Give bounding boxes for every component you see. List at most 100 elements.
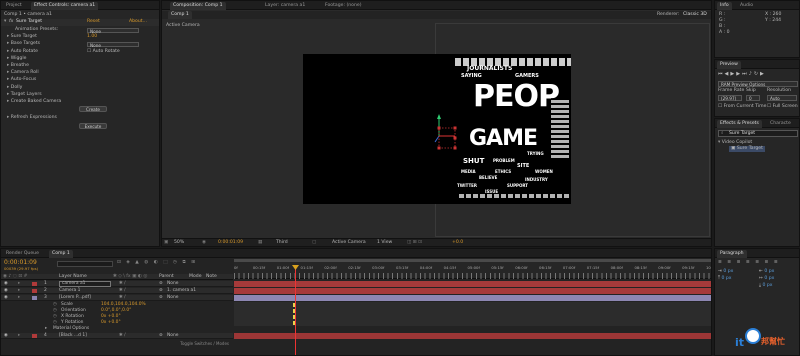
tab-comp1[interactable]: Comp 1 bbox=[168, 11, 192, 19]
layer-row[interactable]: ◉ ▸ 2 Camera 1 ✱ / ⊚ 1. camera a1 bbox=[1, 288, 233, 294]
property-value[interactable]: 1.00 bbox=[87, 34, 97, 40]
toolbar-icons[interactable]: ▣ bbox=[164, 240, 168, 246]
effects-search-input[interactable]: ⌕ Sure Target bbox=[718, 130, 798, 137]
transparency-icon[interactable]: ◫ ⊞ ⊡ bbox=[407, 240, 422, 246]
switch-icons[interactable]: ✱ / bbox=[119, 288, 126, 294]
effect-item[interactable]: ▣ Sure Target bbox=[729, 146, 765, 152]
toggle-switches-footer[interactable]: Toggle Switches / Modes bbox=[1, 341, 233, 347]
parent-value[interactable]: 1. camera a1 bbox=[167, 288, 196, 294]
column-mode[interactable]: Mode bbox=[189, 274, 202, 280]
property-value[interactable]: None bbox=[87, 41, 139, 48]
ram-options-dropdown[interactable]: RAM Preview Options bbox=[718, 81, 798, 87]
eye-icon[interactable]: ◉ bbox=[4, 295, 8, 301]
effect-property-row[interactable]: ▸ Create Baked Camera bbox=[7, 99, 61, 105]
layer-duration-bar[interactable] bbox=[234, 295, 711, 301]
space-after[interactable]: ⤓ 0 px bbox=[759, 283, 773, 289]
ram-preview-icon[interactable]: ▶ bbox=[760, 71, 766, 77]
composition-canvas[interactable]: JOURNALISTS SAYING GAMERS PEOP GAME SHUT… bbox=[303, 54, 571, 204]
parent-value[interactable]: None bbox=[167, 333, 178, 339]
switch-icons[interactable]: ✱ / bbox=[119, 333, 126, 339]
switch-icons[interactable]: ✱ / bbox=[119, 281, 126, 287]
effect-property-row[interactable]: ▸ Auto-Focus bbox=[7, 77, 36, 83]
property-value[interactable]: None bbox=[87, 27, 139, 34]
timeline-switch-icons[interactable]: ⊡ ◈ ▲ ◍ ◐ ⬚ ◷ ⧉ ⊞ bbox=[117, 260, 197, 266]
space-before[interactable]: ⤒ 0 px bbox=[718, 276, 732, 282]
grid-icon[interactable]: ▦ bbox=[258, 240, 262, 246]
label-color[interactable] bbox=[32, 296, 37, 300]
fx-icon[interactable]: fx bbox=[9, 19, 13, 25]
tab-audio[interactable]: Audio bbox=[737, 2, 756, 10]
views-dropdown[interactable]: 1 View bbox=[377, 240, 392, 246]
time-ruler[interactable]: 0f 00:15f 01:00f 01:15f 02:00f 02:15f 03:00f 03… bbox=[234, 259, 711, 279]
layer-name[interactable]: [Black ...d 1] bbox=[59, 333, 87, 339]
parent-value[interactable]: None bbox=[167, 295, 178, 301]
effect-property-row[interactable]: ▸ Camera Roll bbox=[7, 70, 39, 76]
tab-info[interactable]: Info bbox=[717, 2, 732, 10]
layer-duration-bar[interactable] bbox=[234, 333, 711, 339]
label-color[interactable] bbox=[32, 282, 37, 286]
tab-effect-controls[interactable]: Effect Controls: camera a1 bbox=[31, 2, 99, 10]
property-value[interactable]: ☐ Auto Rotate bbox=[87, 49, 120, 55]
layer-name[interactable]: Camera 1 bbox=[59, 288, 80, 294]
timeline-timecode[interactable]: 0:00:01:09 bbox=[4, 259, 37, 266]
zoom-dropdown[interactable]: 50% bbox=[174, 240, 184, 246]
current-time-indicator[interactable] bbox=[295, 267, 296, 355]
indent-right[interactable]: ⇤ 0 px bbox=[759, 269, 774, 275]
material-triangle-icon[interactable]: ▸ bbox=[45, 326, 47, 332]
renderer-value[interactable]: Classic 3D bbox=[683, 12, 707, 18]
label-color[interactable] bbox=[32, 334, 37, 338]
timeline-search-input[interactable] bbox=[57, 261, 113, 267]
first-line-indent[interactable]: ↦ 0 px bbox=[759, 276, 774, 282]
effect-property-row[interactable]: ▸ Sure Target bbox=[7, 34, 37, 40]
execute-button[interactable]: Execute bbox=[79, 123, 107, 129]
camera-target-gizmo[interactable] bbox=[431, 112, 465, 156]
tab-composition[interactable]: Composition: Comp 1 bbox=[170, 2, 226, 10]
effect-property-row[interactable]: Animation Presets: bbox=[15, 27, 58, 33]
indent-left[interactable]: ⇥ 0 px bbox=[718, 269, 733, 275]
full-screen-checkbox[interactable]: ☐ Full Screen bbox=[767, 104, 798, 110]
parent-dropdown[interactable]: ⊚ bbox=[159, 281, 163, 287]
snapshot-icon[interactable]: ◉ bbox=[202, 240, 206, 246]
material-options-row[interactable]: ▸ Material Options bbox=[1, 326, 233, 332]
effect-property-row[interactable]: ▸ Breathe bbox=[7, 63, 29, 69]
tab-project[interactable]: Project bbox=[3, 2, 25, 10]
tab-layer[interactable]: Layer: camera a1 bbox=[262, 2, 308, 10]
exposure-value[interactable]: +0.0 bbox=[452, 240, 463, 246]
switch-icons[interactable]: ✱ / bbox=[119, 295, 126, 301]
eye-icon[interactable]: ◉ bbox=[4, 333, 8, 339]
lock-icon[interactable]: ▸ bbox=[18, 333, 20, 339]
camera-dropdown[interactable]: Active Camera bbox=[332, 240, 366, 246]
column-note[interactable]: Note bbox=[206, 274, 217, 280]
layer-row[interactable]: ◉ ▸ 3 [Lorem P...pdf] ✱ / ⊚ None bbox=[1, 295, 233, 301]
resolution-dropdown[interactable]: Third bbox=[276, 240, 288, 246]
effect-property-row[interactable]: ▸ Base Targets bbox=[7, 41, 40, 47]
layer-name[interactable]: [Lorem P...pdf] bbox=[59, 295, 91, 301]
timecode-display[interactable]: 0:00:01:09 bbox=[218, 240, 243, 246]
effect-property-row[interactable]: ▸ Wiggle bbox=[7, 56, 26, 62]
frame-rate-dropdown[interactable]: (29.97) bbox=[718, 95, 742, 101]
region-icon[interactable]: ▢ bbox=[312, 240, 316, 246]
skip-dropdown[interactable]: 0 bbox=[746, 95, 760, 101]
lock-icon[interactable]: ▸ bbox=[18, 281, 20, 287]
about-link[interactable]: About... bbox=[129, 19, 147, 25]
column-parent[interactable]: Parent bbox=[159, 274, 174, 280]
parent-value[interactable]: None bbox=[167, 281, 178, 287]
column-layer-name[interactable]: Layer Name bbox=[59, 274, 87, 280]
lock-icon[interactable]: ▸ bbox=[18, 288, 20, 294]
tab-character[interactable]: Characte bbox=[767, 120, 794, 128]
tab-comp1-timeline[interactable]: Comp 1 bbox=[49, 250, 73, 258]
tab-effects-presets[interactable]: Effects & Presets bbox=[717, 120, 762, 128]
label-color[interactable] bbox=[32, 289, 37, 293]
expand-triangle-icon[interactable]: ▾ bbox=[4, 19, 6, 25]
parent-dropdown[interactable]: ⊚ bbox=[159, 333, 163, 339]
tab-preview[interactable]: Preview bbox=[717, 61, 741, 69]
eye-icon[interactable]: ◉ bbox=[4, 281, 8, 287]
parent-dropdown[interactable]: ⊚ bbox=[159, 288, 163, 294]
effect-property-row[interactable]: ▸ Auto Rotate bbox=[7, 49, 38, 55]
lock-icon[interactable]: ▸ bbox=[18, 295, 20, 301]
layer-row[interactable]: ◉ ▸ 1 camera a1 ✱ / ⊚ None bbox=[1, 281, 233, 287]
layer-row[interactable]: ◉ ▸ 4 [Black ...d 1] ✱ / ⊚ None bbox=[1, 333, 233, 339]
layer-name[interactable]: camera a1 bbox=[59, 281, 111, 287]
tab-footage[interactable]: Footage: (none) bbox=[322, 2, 365, 10]
tab-paragraph[interactable]: Paragraph bbox=[717, 250, 747, 258]
